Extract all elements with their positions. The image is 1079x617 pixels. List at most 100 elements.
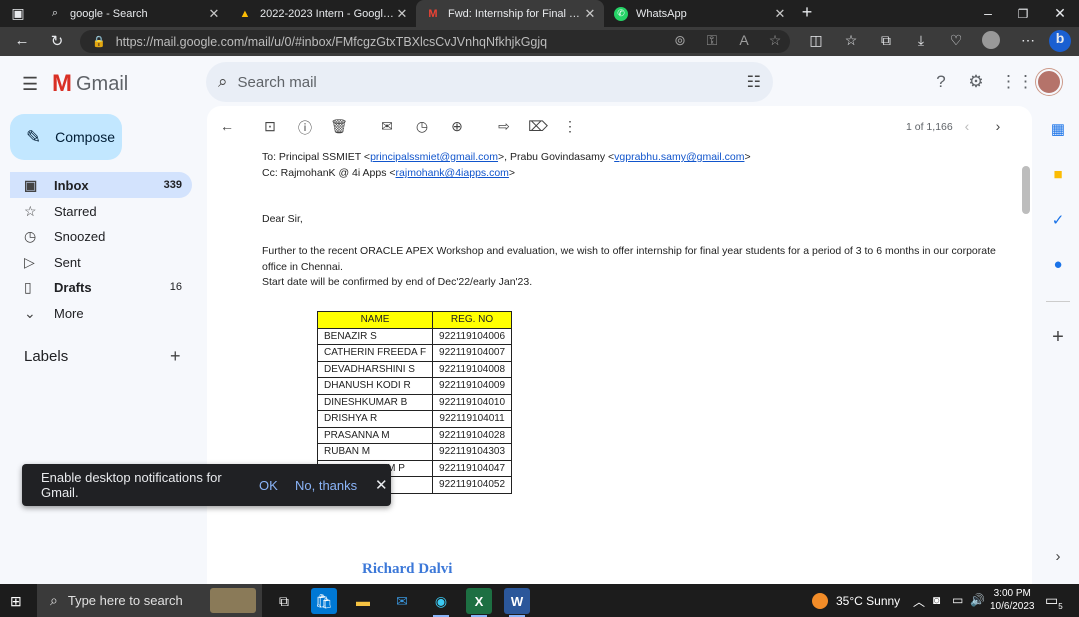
weather-widget[interactable]: 35°C Sunny xyxy=(812,593,900,609)
sidebar-item-snoozed[interactable]: ◷ Snoozed xyxy=(10,223,192,249)
browser-tab-search[interactable]: ⌕ google - Search ✕ xyxy=(38,0,228,27)
close-window-icon[interactable]: ✕ xyxy=(1050,5,1070,22)
browser-tab-gmail[interactable]: M Fwd: Internship for Final Year - s ✕ xyxy=(416,0,604,27)
nav-label: Snoozed xyxy=(54,228,106,244)
student-name: BENAZIR S xyxy=(316,327,434,345)
older-chevron-icon[interactable]: › xyxy=(988,118,1008,134)
search-highlight-image[interactable] xyxy=(210,588,256,613)
minimize-icon[interactable]: – xyxy=(978,5,998,21)
split-screen-icon[interactable]: ◫ xyxy=(806,32,826,49)
edge-icon[interactable]: ◉ xyxy=(428,588,454,617)
browser-tab-drive[interactable]: ▲ 2022-2023 Intern - Google Drive ✕ xyxy=(228,0,416,27)
excel-icon[interactable]: X xyxy=(466,588,492,617)
browser-essentials-icon[interactable]: ♡ xyxy=(946,32,966,49)
profile-icon[interactable] xyxy=(982,31,1000,49)
compose-button[interactable]: ✎ Compose xyxy=(10,114,122,160)
store-icon[interactable]: 🛍 xyxy=(311,588,337,614)
word-icon[interactable]: W xyxy=(504,588,530,617)
email-link[interactable]: rajmohank@4iapps.com xyxy=(396,167,509,179)
file-explorer-icon[interactable]: ▬ xyxy=(350,588,376,614)
more-vert-icon[interactable]: ⋮ xyxy=(560,118,580,135)
snooze-icon[interactable]: ◷ xyxy=(412,118,432,135)
email-link[interactable]: vgprabhu.samy@gmail.com xyxy=(614,151,744,163)
student-name: CATHERIN FREEDA F xyxy=(316,344,434,362)
camera-icon[interactable]: ◙ xyxy=(933,593,940,607)
maximize-icon[interactable]: ❐ xyxy=(1013,7,1033,21)
gmail-logo[interactable]: M Gmail xyxy=(52,70,128,98)
reload-icon[interactable]: ↻ xyxy=(47,32,67,50)
trash-icon[interactable]: 🗑 xyxy=(329,118,349,135)
help-icon[interactable]: ? xyxy=(930,72,952,92)
mail-icon[interactable]: ✉ xyxy=(389,588,415,614)
browser-tab-whatsapp[interactable]: ✆ WhatsApp ✕ xyxy=(604,0,794,27)
close-icon[interactable]: ✕ xyxy=(772,6,788,22)
favorites-icon[interactable]: ☆ xyxy=(841,32,861,49)
back-to-inbox-icon[interactable]: ← xyxy=(217,118,237,134)
main-menu-icon[interactable]: ☰ xyxy=(22,74,38,95)
close-icon[interactable]: ✕ xyxy=(394,6,410,22)
add-label-icon[interactable]: + xyxy=(170,346,181,367)
search-icon[interactable]: ⌕ xyxy=(218,72,228,92)
sidebar-item-sent[interactable]: ▷ Sent xyxy=(10,249,192,275)
ok-button[interactable]: OK xyxy=(259,478,287,493)
downloads-icon[interactable]: ⤓ xyxy=(911,32,931,49)
favorite-star-icon[interactable]: ☆ xyxy=(765,32,785,49)
tab-actions-icon[interactable]: ▣ xyxy=(8,5,28,22)
close-icon[interactable]: ✕ xyxy=(206,6,222,22)
search-mail-input[interactable]: ⌕ Search mail ☷ xyxy=(206,62,773,102)
bing-chat-icon[interactable]: b xyxy=(1049,30,1071,52)
sidebar-item-inbox[interactable]: ▣ Inbox 339 xyxy=(10,172,192,198)
expand-panel-icon[interactable]: › xyxy=(1044,548,1072,565)
scrollbar-thumb[interactable] xyxy=(1022,166,1030,214)
table-row: DHANUSH KODI R 922119104009 xyxy=(316,377,513,395)
windows-start-icon[interactable]: ⊞ xyxy=(10,593,22,610)
keep-icon[interactable]: ■ xyxy=(1044,166,1072,183)
email-link[interactable]: principalssmiet@gmail.com xyxy=(370,151,498,163)
report-spam-icon[interactable]: ⓘ xyxy=(295,118,315,138)
avatar[interactable] xyxy=(1036,69,1062,95)
tab-title: Fwd: Internship for Final Year - s xyxy=(448,7,582,20)
sidebar-item-drafts[interactable]: ▯ Drafts 16 xyxy=(10,274,192,300)
no-thanks-button[interactable]: No, thanks xyxy=(295,478,367,493)
close-icon[interactable]: ✕ xyxy=(375,476,388,494)
clock-date: 10/6/2023 xyxy=(990,601,1035,612)
system-clock[interactable]: 3:00 PM 10/6/2023 xyxy=(990,587,1035,613)
sidebar-item-more[interactable]: ⌄ More xyxy=(10,300,192,326)
message-toolbar: ← ⊡ ⓘ 🗑 ✉ ◷ ⊕ ⇨ ⌦ ⋮ 1 of 1,166 ‹ › xyxy=(207,106,1032,146)
reading-view-icon[interactable]: ⊚ xyxy=(670,32,690,49)
apps-grid-icon[interactable]: ⋮⋮⋮ xyxy=(1000,72,1051,92)
calendar-icon[interactable]: ▦ xyxy=(1044,120,1072,138)
task-view-icon[interactable]: ⧉ xyxy=(271,588,297,614)
back-icon[interactable]: ← xyxy=(12,32,32,49)
collections-icon[interactable]: ⧉ xyxy=(876,32,896,49)
reg-no: 922119104011 xyxy=(432,410,513,428)
search-icon: ⌕ xyxy=(51,7,59,19)
network-icon[interactable]: ▭ xyxy=(952,593,963,607)
key-icon[interactable]: ⚿ xyxy=(702,32,722,49)
gear-icon[interactable]: ⚙ xyxy=(965,72,987,92)
volume-icon[interactable]: 🔊 xyxy=(970,593,985,607)
tasks-icon[interactable]: ✓ xyxy=(1044,211,1072,229)
newer-chevron-icon[interactable]: ‹ xyxy=(957,118,977,134)
sidebar-item-starred[interactable]: ☆ Starred xyxy=(10,198,192,224)
close-icon[interactable]: ✕ xyxy=(582,6,598,22)
read-aloud-icon[interactable]: A xyxy=(734,32,754,48)
add-task-icon[interactable]: ⊕ xyxy=(447,118,467,135)
move-to-icon[interactable]: ⇨ xyxy=(494,118,514,135)
search-options-icon[interactable]: ☷ xyxy=(747,72,761,92)
archive-icon[interactable]: ⊡ xyxy=(260,118,280,135)
add-addon-icon[interactable]: + xyxy=(1044,326,1072,349)
notification-center-icon[interactable]: ▭5 xyxy=(1045,592,1063,611)
more-options-icon[interactable]: ⋯ xyxy=(1018,32,1038,49)
compose-label: Compose xyxy=(55,129,116,145)
taskbar-search-input[interactable]: ⌕ Type here to search xyxy=(37,584,262,617)
nav-label: More xyxy=(54,305,84,321)
contacts-icon[interactable]: ● xyxy=(1044,256,1072,273)
label-icon[interactable]: ⌦ xyxy=(528,118,548,135)
nav-count: 339 xyxy=(163,179,182,191)
chevron-up-icon[interactable]: ︿ xyxy=(913,593,925,610)
body-paragraph: Further to the recent ORACLE APEX Worksh… xyxy=(262,245,996,257)
mark-unread-icon[interactable]: ✉ xyxy=(377,118,397,135)
nav-label: Drafts xyxy=(54,279,92,295)
new-tab-icon[interactable]: + xyxy=(797,2,817,23)
